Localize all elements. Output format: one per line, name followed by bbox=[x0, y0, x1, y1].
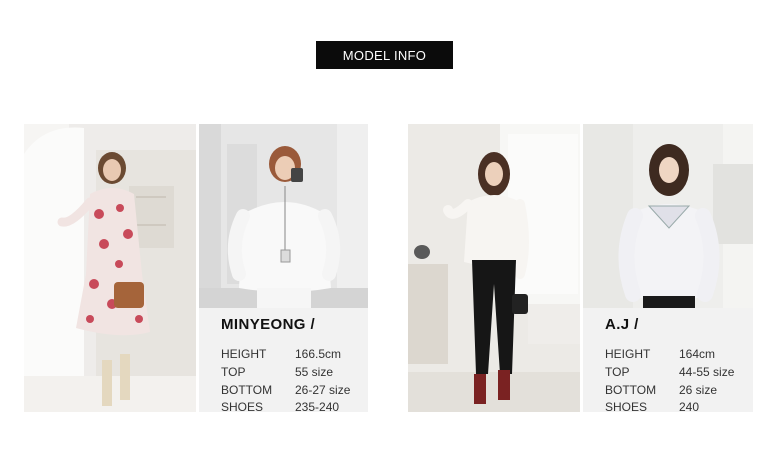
spec-row-top: TOP 55 size bbox=[221, 365, 333, 379]
spec-row-bottom: BOTTOM 26-27 size bbox=[221, 383, 350, 397]
spec-row-shoes: SHOES 235-240 bbox=[221, 400, 339, 414]
model-photo-black-pants bbox=[408, 124, 580, 412]
spec-row-top: TOP 44-55 size bbox=[605, 365, 734, 379]
spec-value: 44-55 size bbox=[679, 365, 735, 379]
spec-label: HEIGHT bbox=[221, 347, 267, 361]
spec-value: 164cm bbox=[679, 347, 716, 361]
spec-label: TOP bbox=[605, 365, 630, 379]
model-photo-white-blouse bbox=[199, 124, 368, 308]
model-name: MINYEONG / bbox=[221, 316, 316, 333]
model-photo-floral-dress bbox=[24, 124, 196, 412]
spec-value: 166.5cm bbox=[295, 347, 342, 361]
model-card-minyeong: MINYEONG / HEIGHT 166.5cm TOP 55 size BOTT… bbox=[24, 124, 368, 414]
spec-value: 235-240 bbox=[295, 400, 340, 414]
model-info-banner: MODEL INFO bbox=[316, 41, 453, 69]
spec-label: HEIGHT bbox=[605, 347, 651, 361]
model-info-panel: MINYEONG / HEIGHT 166.5cm TOP 55 size BOTT… bbox=[199, 308, 368, 414]
spec-value: 55 size bbox=[295, 365, 334, 379]
model-photo-collar-shirt bbox=[583, 124, 753, 308]
spec-row-height: HEIGHT 164cm bbox=[605, 347, 715, 361]
spec-row-shoes: SHOES 240 bbox=[605, 400, 699, 414]
spec-row-height: HEIGHT 166.5cm bbox=[221, 347, 341, 361]
spec-label: BOTTOM bbox=[605, 383, 657, 397]
spec-label: BOTTOM bbox=[221, 383, 273, 397]
model-name: A.J / bbox=[605, 316, 639, 333]
spec-value: 26 size bbox=[679, 383, 718, 397]
model-card-aj: A.J / HEIGHT 164cm TOP 44-55 size BOTTOM 26… bbox=[408, 124, 753, 414]
spec-label: SHOES bbox=[221, 400, 264, 414]
model-info-title: MODEL INFO bbox=[342, 47, 427, 63]
spec-value: 26-27 size bbox=[295, 383, 351, 397]
spec-label: SHOES bbox=[605, 400, 648, 414]
spec-label: TOP bbox=[221, 365, 246, 379]
spec-value: 240 bbox=[679, 400, 700, 414]
spec-row-bottom: BOTTOM 26 size bbox=[605, 383, 717, 397]
model-info-panel: A.J / HEIGHT 164cm TOP 44-55 size BOTTOM 26… bbox=[583, 308, 753, 414]
